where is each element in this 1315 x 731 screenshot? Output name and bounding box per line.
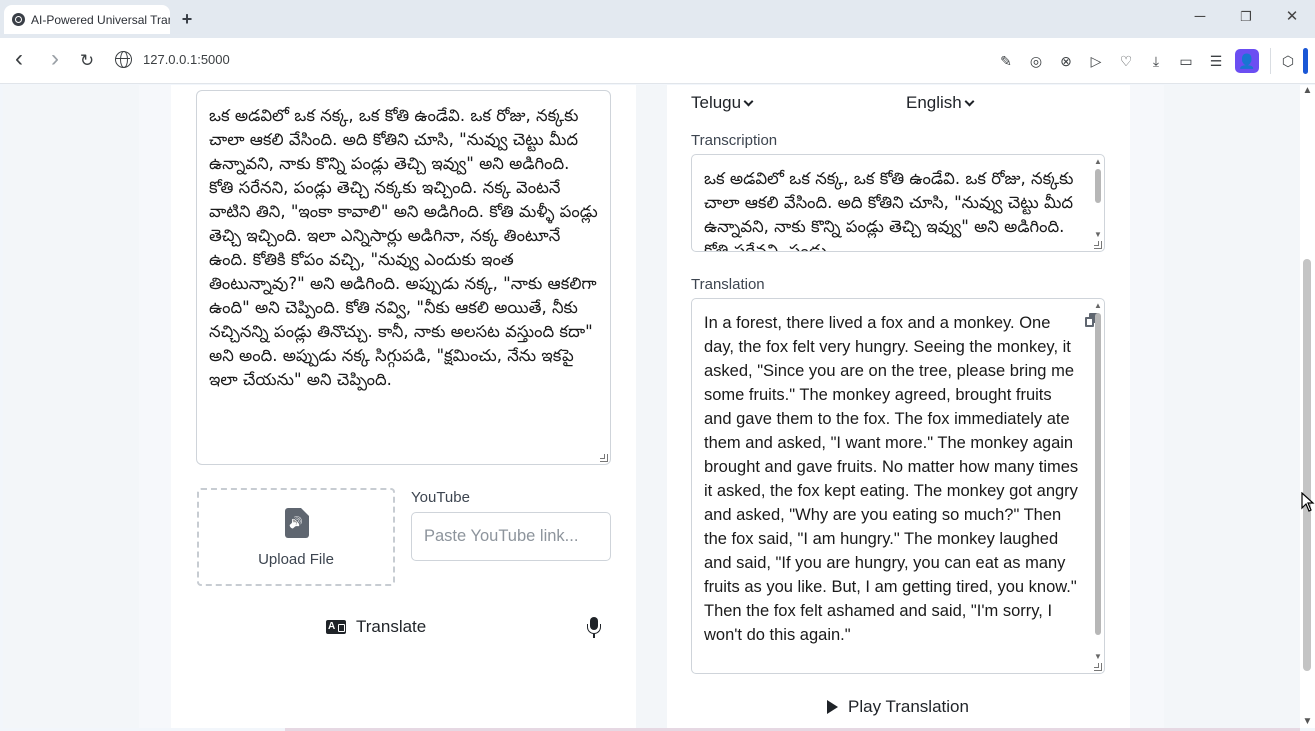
translation-area[interactable]: In a forest, there lived a fox and a mon… — [691, 298, 1105, 674]
youtube-label: YouTube — [411, 489, 470, 506]
scroll-down-icon[interactable]: ▼ — [1092, 230, 1104, 239]
source-language-value: Telugu — [691, 93, 742, 112]
upload-file-label: Upload File — [258, 551, 334, 568]
translation-label: Translation — [691, 276, 765, 293]
back-button[interactable]: ‹ — [8, 47, 30, 72]
translate-label: Translate — [356, 617, 427, 636]
edit-icon[interactable]: ✎ — [996, 51, 1016, 71]
toolbar-divider — [1270, 48, 1271, 74]
audio-file-icon — [285, 508, 309, 538]
translate-button[interactable]: Translate — [326, 615, 426, 639]
target-language-select[interactable]: English — [906, 93, 975, 113]
source-language-select[interactable]: Telugu — [691, 93, 754, 113]
profile-icon[interactable]: 👤 — [1235, 49, 1259, 73]
address-bar-row: ‹ › ↻ 127.0.0.1:5000 ✎ ◎ ⊗ ▷ ♡ ⤓ ▭ ☰ 👤 ⬡ — [0, 38, 1315, 84]
reload-button[interactable]: ↻ — [76, 50, 98, 72]
close-window-button[interactable]: ✕ — [1272, 6, 1312, 28]
translation-scrollbar[interactable]: ▲ ▼ — [1092, 299, 1104, 673]
play-translation-label: Play Translation — [848, 697, 969, 716]
restore-button[interactable]: ❐ — [1226, 6, 1266, 28]
chevron-down-icon — [964, 96, 975, 107]
shield-icon[interactable]: ⊗ — [1056, 51, 1076, 71]
send-icon[interactable]: ▷ — [1086, 51, 1106, 71]
scroll-up-icon[interactable]: ▲ — [1092, 301, 1104, 310]
microphone-icon[interactable] — [587, 617, 601, 639]
download-icon[interactable]: ⤓ — [1146, 51, 1166, 71]
transcription-area[interactable]: ఒక అడవిలో ఒక నక్క, ఒక కోతి ఉండేవి. ఒక రో… — [691, 154, 1105, 252]
menu-icon[interactable]: ☰ — [1206, 51, 1226, 71]
page-viewport: ఒక అడవిలో ఒక నక్క, ఒక కోతి ఉండేవి. ఒక రో… — [3, 85, 1300, 728]
source-text-area[interactable]: ఒక అడవిలో ఒక నక్క, ఒక కోతి ఉండేవి. ఒక రో… — [196, 90, 611, 465]
page-scrollbar[interactable]: ▲ ▼ — [1300, 85, 1315, 728]
target-language-value: English — [906, 93, 962, 112]
youtube-link-input[interactable] — [411, 512, 611, 561]
new-tab-button[interactable]: + — [177, 9, 197, 29]
tab-title: AI-Powered Universal Tran — [31, 12, 170, 27]
scroll-up-icon[interactable]: ▲ — [1092, 157, 1104, 166]
resize-grip-icon[interactable] — [1094, 663, 1102, 671]
upload-file-dropzone[interactable]: Upload File — [197, 488, 395, 586]
translate-icon — [326, 620, 346, 634]
site-favicon-icon — [12, 13, 25, 26]
browser-tab-strip: AI-Powered Universal Tran + ─ ❐ ✕ — [0, 0, 1315, 38]
scroll-down-icon[interactable]: ▼ — [1300, 716, 1315, 728]
scroll-up-icon[interactable]: ▲ — [1300, 85, 1315, 97]
resize-grip-icon[interactable] — [1094, 241, 1102, 249]
heart-icon[interactable]: ♡ — [1116, 51, 1136, 71]
scroll-thumb[interactable] — [1095, 313, 1101, 635]
scroll-down-icon[interactable]: ▼ — [1092, 652, 1104, 661]
transcription-label: Transcription — [691, 132, 778, 149]
chevron-down-icon — [743, 96, 754, 107]
forward-button[interactable]: › — [44, 47, 66, 72]
transcription-text: ఒక అడవిలో ఒక నక్క, ఒక కోతి ఉండేవి. ఒక రో… — [704, 169, 1074, 252]
sidebar-toggle[interactable] — [1303, 48, 1308, 74]
browser-tab[interactable]: AI-Powered Universal Tran — [4, 5, 170, 34]
transcription-scrollbar[interactable]: ▲ ▼ — [1092, 155, 1104, 251]
source-text: ఒక అడవిలో ఒక నక్క, ఒక కోతి ఉండేవి. ఒక రో… — [209, 106, 598, 389]
url-field[interactable]: 127.0.0.1:5000 — [143, 52, 230, 67]
camera-icon[interactable]: ◎ — [1026, 51, 1046, 71]
resize-grip-icon[interactable] — [600, 454, 608, 462]
scroll-thumb[interactable] — [1095, 169, 1101, 203]
minimize-button[interactable]: ─ — [1180, 6, 1220, 28]
play-translation-button[interactable]: Play Translation — [827, 697, 969, 717]
play-icon — [827, 700, 838, 714]
translation-text: In a forest, there lived a fox and a mon… — [704, 314, 1079, 644]
site-info-icon[interactable] — [115, 51, 132, 68]
mouse-cursor-icon — [1301, 492, 1315, 512]
cube-icon[interactable]: ⬡ — [1278, 51, 1298, 71]
page-scroll-thumb[interactable] — [1303, 259, 1311, 671]
reader-icon[interactable]: ▭ — [1176, 51, 1196, 71]
